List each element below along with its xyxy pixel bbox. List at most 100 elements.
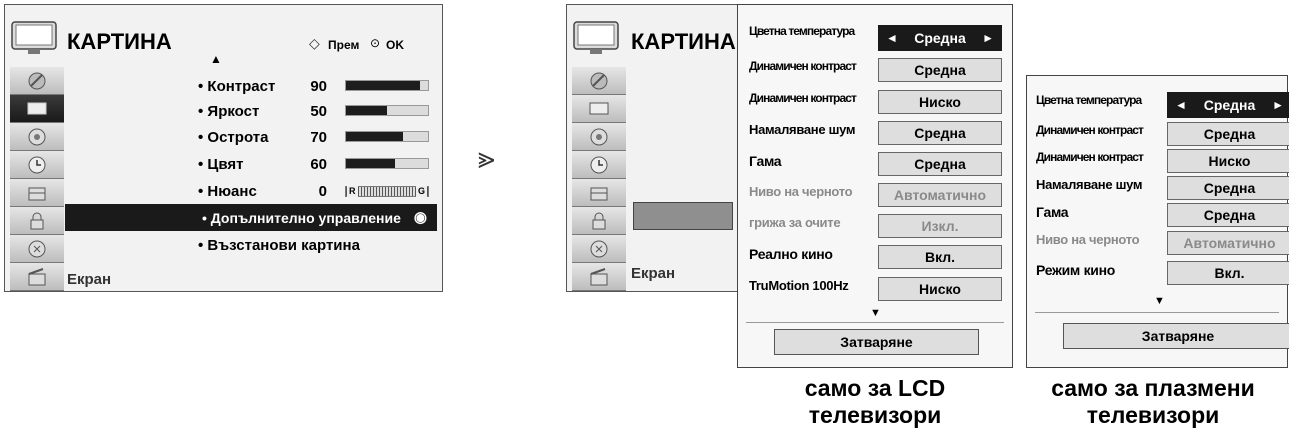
menu-item-tint[interactable]: • Нюанс	[198, 183, 257, 200]
sidebar-item-input[interactable]	[10, 235, 64, 263]
plasma-cinema-mode-button[interactable]: Вкл.	[1167, 261, 1289, 285]
plasma-option-label-dyn-contrast-2: Динамичен контраст	[1036, 150, 1144, 164]
menu-item-sharpness[interactable]: • Острота	[198, 129, 268, 146]
plasma-scroll-down-arrow-icon[interactable]: ▼	[1154, 295, 1165, 307]
nav-arrows-icon: ◇	[309, 35, 320, 51]
plasma-gamma-button[interactable]: Средна	[1167, 203, 1289, 227]
lcd-scroll-down-arrow-icon[interactable]: ▼	[870, 307, 881, 319]
menu-item-advanced-control[interactable]: • Допълнително управление ◉	[65, 204, 437, 231]
menu-item-contrast[interactable]: • Контраст	[198, 78, 275, 95]
plasma-color-temp-selector[interactable]: ◄ Средна ►	[1167, 92, 1289, 118]
sidebar-item-audio[interactable]	[10, 123, 64, 151]
lcd-real-cinema-button[interactable]: Вкл.	[878, 245, 1002, 269]
plasma-option-label-dyn-contrast-1: Динамичен контраст	[1036, 123, 1144, 137]
right-arrow-icon[interactable]: ►	[1272, 98, 1284, 112]
lcd-advanced-popup: Цветна температура ◄ Средна ► Динамичен …	[737, 4, 1013, 368]
plasma-popup-divider	[1035, 312, 1279, 313]
sidebar-item-satellite[interactable]	[10, 67, 64, 95]
sidebar-item-time[interactable]	[572, 151, 626, 179]
sidebar-item-screen[interactable]	[10, 263, 64, 291]
advanced-control-label: • Допълнително управление	[202, 210, 401, 226]
sidebar-item-picture[interactable]	[10, 95, 64, 123]
lcd-option-label-trumotion: TruMotion 100Hz	[749, 278, 849, 293]
toolbox-icon	[28, 187, 46, 200]
lcd-option-label-color-temp: Цветна температура	[749, 24, 855, 38]
lcd-gamma-button[interactable]: Средна	[878, 152, 1002, 176]
sidebar-item-lock[interactable]	[572, 207, 626, 235]
lock-icon	[592, 212, 606, 229]
picture-menu-panel: КАРТИНА ◇ Прем ⊙ OK ▲ • Контраст 90 • Яр…	[4, 4, 443, 292]
speaker-icon	[28, 128, 46, 145]
lcd-caption: само за LCD телевизори	[737, 375, 1013, 429]
plasma-noise-reduction-button[interactable]: Средна	[1167, 176, 1289, 200]
lcd-menu-title-bar: КАРТИНА	[567, 5, 740, 67]
tv-icon	[11, 21, 57, 54]
toolbox-icon	[590, 187, 608, 200]
scroll-up-arrow-icon[interactable]: ▲	[210, 52, 222, 66]
sidebar-item-options[interactable]	[572, 179, 626, 207]
contrast-slider[interactable]	[345, 80, 429, 91]
sidebar-item-picture[interactable]	[572, 95, 626, 123]
lcd-option-label-gamma: Гама	[749, 153, 782, 169]
color-slider-fill	[346, 159, 396, 168]
sidebar-item-options[interactable]	[10, 179, 64, 207]
plasma-advanced-popup: Цветна температура ◄ Средна ► Динамичен …	[1026, 75, 1289, 368]
menu-item-brightness[interactable]: • Яркост	[198, 103, 259, 120]
sidebar-item-audio[interactable]	[572, 123, 626, 151]
sidebar-item-satellite[interactable]	[572, 67, 626, 95]
plasma-caption-line2: телевизори	[1086, 402, 1220, 428]
satellite-icon	[28, 72, 46, 89]
clapper-icon	[28, 267, 46, 285]
plasma-option-label-black-level: Ниво на черното	[1036, 232, 1140, 247]
sharpness-slider[interactable]	[345, 131, 429, 142]
plasma-option-label-cinema-mode: Режим кино	[1036, 262, 1115, 278]
color-value: 60	[310, 156, 327, 173]
brightness-slider-fill	[346, 106, 387, 115]
color-slider[interactable]	[345, 158, 429, 169]
category-sidebar	[10, 67, 64, 291]
lcd-eye-care-button[interactable]: Изкл.	[878, 214, 1002, 238]
lcd-color-temp-value: Средна	[914, 30, 966, 46]
plasma-option-label-color-temp: Цветна температура	[1036, 93, 1142, 107]
sidebar-item-screen[interactable]	[572, 263, 626, 291]
sidebar-item-input[interactable]	[572, 235, 626, 263]
clock-icon	[28, 156, 46, 173]
menu-item-reset-picture[interactable]: • Възстанови картина	[198, 237, 360, 254]
lcd-trumotion-button[interactable]: Ниско	[878, 277, 1002, 301]
menu-item-color[interactable]: • Цвят	[198, 156, 244, 173]
menu-title-bar: КАРТИНА ◇ Прем ⊙ OK ▲	[5, 5, 442, 67]
plasma-dyn-contrast-2-button[interactable]: Ниско	[1167, 149, 1289, 173]
lcd-dyn-contrast-2-button[interactable]: Ниско	[878, 90, 1002, 114]
ok-hint: OK	[386, 38, 404, 52]
lcd-option-label-dyn-contrast-1: Динамичен контраст	[749, 59, 857, 73]
plasma-close-button[interactable]: Затваряне	[1063, 323, 1289, 349]
left-arrow-icon[interactable]: ◄	[1175, 98, 1187, 112]
plasma-dyn-contrast-1-button[interactable]: Средна	[1167, 122, 1289, 146]
lcd-color-temp-selector[interactable]: ◄ Средна ►	[878, 25, 1002, 51]
tv-icon	[573, 21, 619, 54]
plasma-caption-line1: само за плазмени	[1051, 375, 1255, 401]
lcd-black-level-button[interactable]: Автоматично	[878, 183, 1002, 207]
brightness-slider[interactable]	[345, 105, 429, 116]
clapper-icon	[590, 267, 608, 285]
right-arrow-icon[interactable]: ►	[982, 31, 994, 45]
lcd-option-label-dyn-contrast-2: Динамичен контраст	[749, 91, 857, 105]
input-icon	[28, 240, 46, 257]
plasma-option-label-gamma: Гама	[1036, 204, 1069, 220]
lcd-close-button[interactable]: Затваряне	[774, 329, 979, 355]
sidebar-item-time[interactable]	[10, 151, 64, 179]
plasma-black-level-button[interactable]: Автоматично	[1167, 231, 1289, 255]
sidebar-item-lock[interactable]	[10, 207, 64, 235]
lcd-option-label-black-level: Ниво на черното	[749, 184, 853, 199]
lcd-footer-screen-label: Екран	[631, 265, 676, 282]
lcd-dyn-contrast-1-button[interactable]: Средна	[878, 58, 1002, 82]
satellite-icon	[590, 72, 608, 89]
tint-slider[interactable]: R G	[345, 186, 429, 197]
menu-title: КАРТИНА	[67, 29, 172, 54]
tint-green-label: G	[415, 186, 427, 197]
nav-hint: Прем	[328, 38, 360, 52]
left-arrow-icon[interactable]: ◄	[886, 31, 898, 45]
sharpness-slider-fill	[346, 132, 404, 141]
lcd-noise-reduction-button[interactable]: Средна	[878, 121, 1002, 145]
contrast-slider-fill	[346, 81, 420, 90]
